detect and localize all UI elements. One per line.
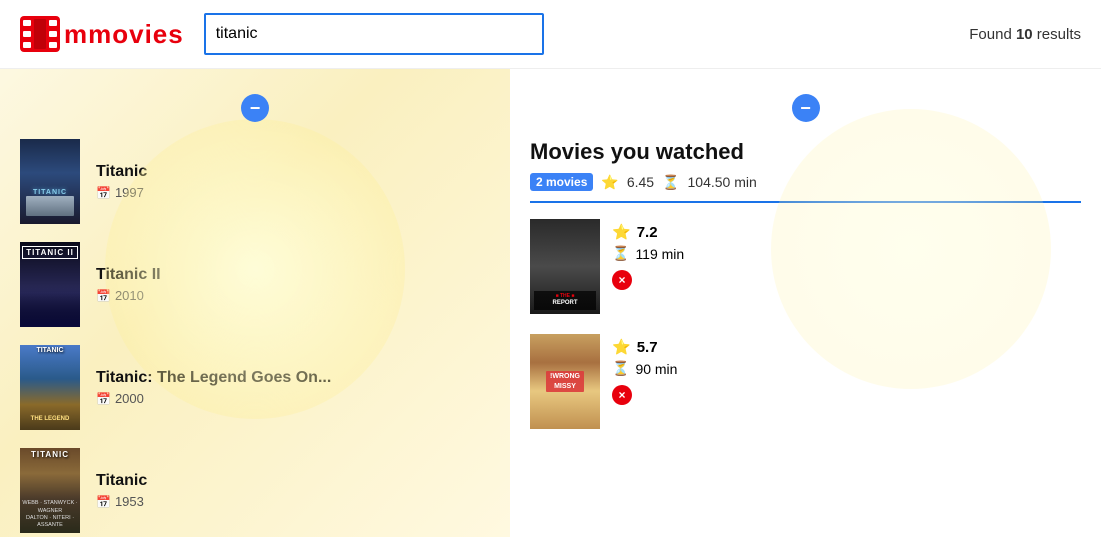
rating-row: ⭐ 7.2 <box>612 223 684 241</box>
duration-row: ⏳ 119 min <box>612 245 684 262</box>
star-icon: ⭐ <box>612 338 631 356</box>
movie-poster: TITANIC II <box>20 242 80 327</box>
movie-year: 📅 2010 <box>96 288 161 303</box>
watched-poster: ■ THE ■ REPORT <box>530 219 600 314</box>
avg-rating: 6.45 <box>627 174 654 190</box>
calendar-icon: 📅 <box>96 289 111 303</box>
movie-poster: TITANIC THE LEGEND <box>20 345 80 430</box>
watched-movie-item: !WRONGMISSY ⭐ 5.7 ⏳ 90 min × <box>530 334 1081 429</box>
movie-info: Titanic II 📅 2010 <box>96 266 161 303</box>
movie-item[interactable]: TITANIC THE LEGEND Titanic: The Legend G… <box>20 345 490 430</box>
total-duration: 104.50 min <box>688 174 757 190</box>
results-count: Found 10 results <box>969 26 1081 43</box>
hourglass-icon: ⏳ <box>612 245 629 262</box>
movie-year: 📅 1997 <box>96 185 147 200</box>
movie-year: 📅 2000 <box>96 391 331 406</box>
left-panel: − TITANIC Titanic 📅 1997 <box>0 69 510 537</box>
logo-text: mmovies <box>64 19 184 50</box>
calendar-icon: 📅 <box>96 392 111 406</box>
collapse-right-label: − <box>800 99 811 117</box>
movie-title: Titanic <box>96 472 147 490</box>
logo-letter-m: m <box>64 19 88 49</box>
results-label: Found <box>969 26 1016 43</box>
collapse-left-label: − <box>250 99 261 117</box>
calendar-icon: 📅 <box>96 186 111 200</box>
collapse-left-button[interactable]: − <box>241 94 269 122</box>
search-input[interactable] <box>204 13 544 55</box>
movie-poster: TITANIC WEBB · STANWYCK · WAGNERDALTON ·… <box>20 448 80 533</box>
movie-title: Titanic II <box>96 266 161 284</box>
remove-watched-button[interactable]: × <box>612 270 632 290</box>
movie-item[interactable]: TITANIC WEBB · STANWYCK · WAGNERDALTON ·… <box>20 448 490 533</box>
movie-year: 📅 1953 <box>96 494 147 509</box>
hourglass-emoji: ⏳ <box>662 174 679 191</box>
rating-row: ⭐ 5.7 <box>612 338 677 356</box>
movies-count-badge: 2 movies <box>530 173 593 191</box>
collapse-right-button[interactable]: − <box>792 94 820 122</box>
duration-value: 90 min <box>635 361 677 377</box>
logo: mmovies <box>20 16 184 52</box>
watched-movie-details: ⭐ 5.7 ⏳ 90 min × <box>612 334 677 405</box>
remove-watched-button[interactable]: × <box>612 385 632 405</box>
duration-value: 119 min <box>635 246 684 262</box>
movie-poster: TITANIC <box>20 139 80 224</box>
watched-movie-details: ⭐ 7.2 ⏳ 119 min × <box>612 219 684 290</box>
results-suffix: results <box>1033 26 1081 43</box>
movie-list: TITANIC Titanic 📅 1997 TITANIC II <box>0 69 510 537</box>
movie-info: Titanic 📅 1997 <box>96 163 147 200</box>
right-panel: − Movies you watched 2 movies ⭐ 6.45 ⏳ 1… <box>510 69 1101 537</box>
rating-value: 7.2 <box>637 224 658 241</box>
movie-title: Titanic <box>96 163 147 181</box>
calendar-icon: 📅 <box>96 495 111 509</box>
movie-info: Titanic: The Legend Goes On... 📅 2000 <box>96 369 331 406</box>
main-content: − TITANIC Titanic 📅 1997 <box>0 69 1101 537</box>
movie-item[interactable]: TITANIC II Titanic II 📅 2010 <box>20 242 490 327</box>
watched-stats: 2 movies ⭐ 6.45 ⏳ 104.50 min <box>530 173 1081 203</box>
logo-icon <box>20 16 60 52</box>
movie-title: Titanic: The Legend Goes On... <box>96 369 331 387</box>
header: mmovies Found 10 results <box>0 0 1101 69</box>
watched-poster: !WRONGMISSY <box>530 334 600 429</box>
logo-word: movies <box>88 19 184 49</box>
rating-value: 5.7 <box>637 339 658 356</box>
movie-item[interactable]: TITANIC Titanic 📅 1997 <box>20 139 490 224</box>
hourglass-icon: ⏳ <box>612 360 629 377</box>
duration-row: ⏳ 90 min <box>612 360 677 377</box>
watched-movies-list: ■ THE ■ REPORT ⭐ 7.2 ⏳ 119 min <box>530 219 1081 429</box>
star-icon: ⭐ <box>612 223 631 241</box>
results-number: 10 <box>1016 26 1033 43</box>
movie-info: Titanic 📅 1953 <box>96 472 147 509</box>
watched-title: Movies you watched <box>530 139 1081 165</box>
watched-section: Movies you watched 2 movies ⭐ 6.45 ⏳ 104… <box>530 89 1081 429</box>
watched-movie-item: ■ THE ■ REPORT ⭐ 7.2 ⏳ 119 min <box>530 219 1081 314</box>
star-emoji: ⭐ <box>601 174 618 191</box>
